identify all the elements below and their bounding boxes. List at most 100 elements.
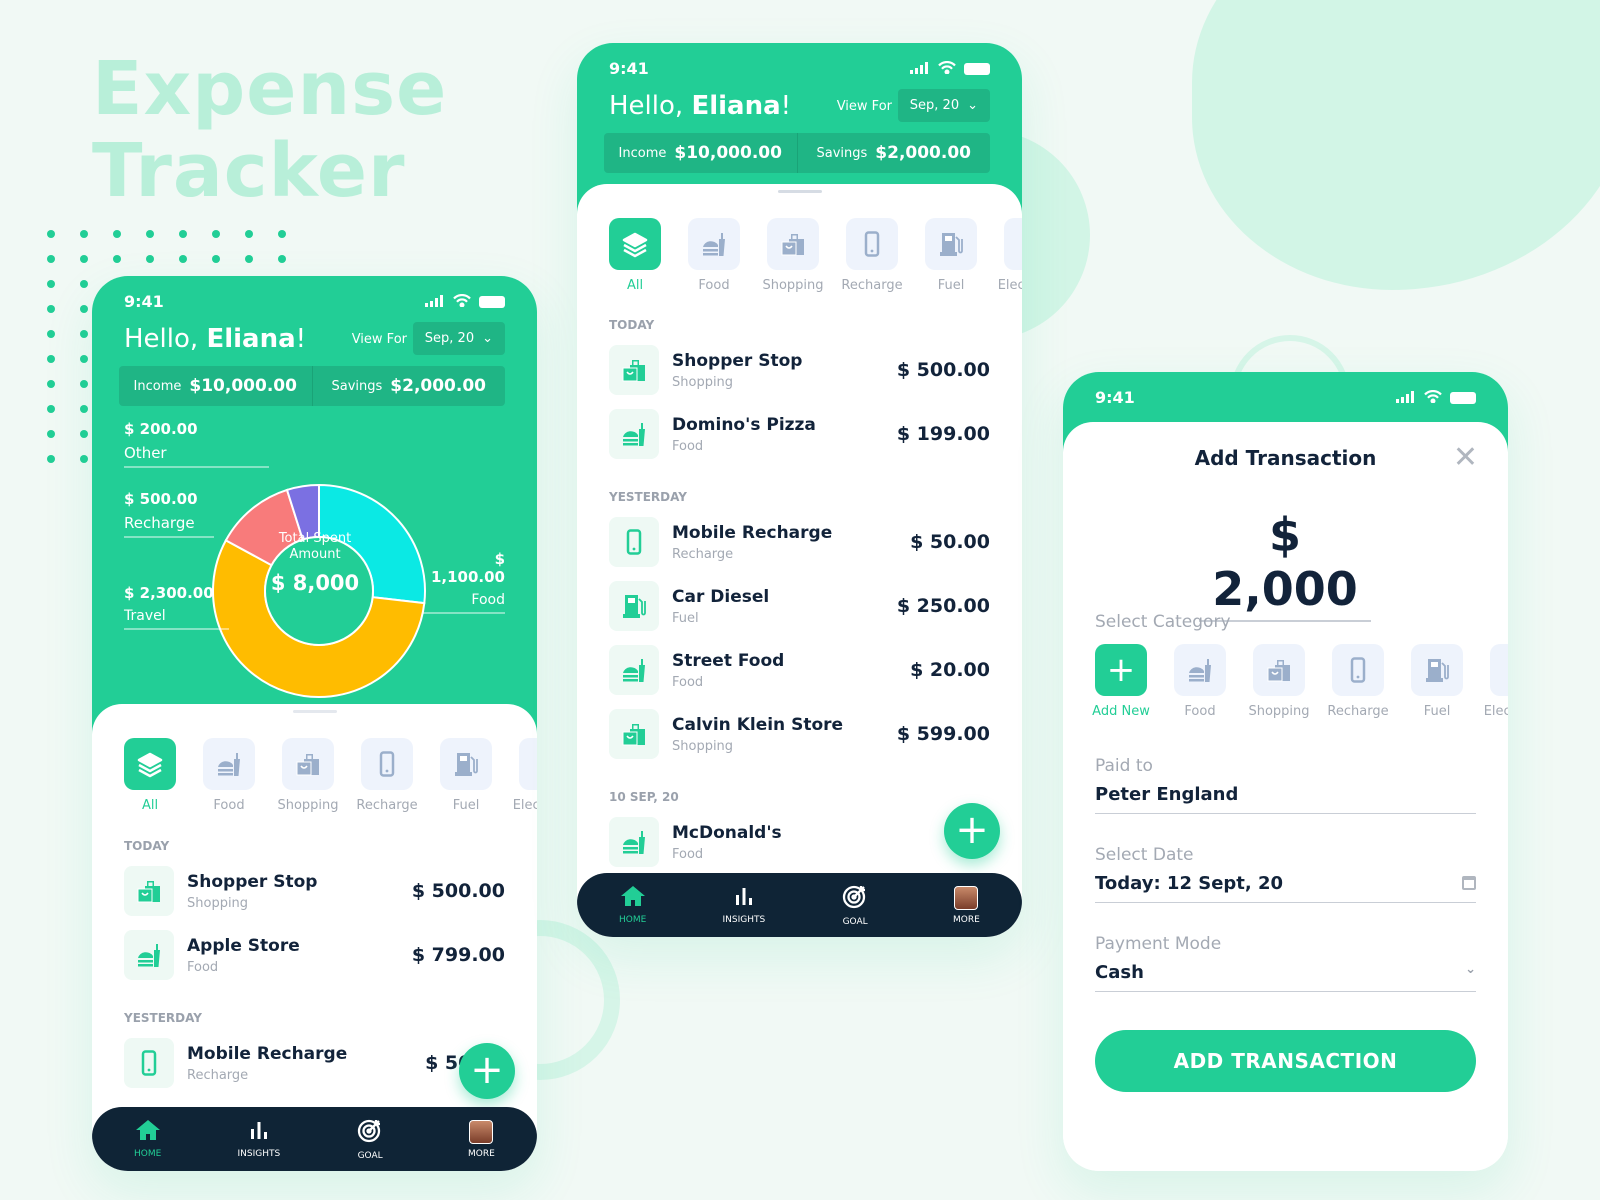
shopping-bag-icon bbox=[282, 738, 334, 790]
signal-icon bbox=[910, 59, 930, 78]
transaction-row[interactable]: Mobile RechargeRecharge$ 50.00 bbox=[609, 516, 990, 568]
user-name: Eliana bbox=[206, 324, 296, 354]
transaction-row[interactable]: Domino's Pizza Food $ 199.00 bbox=[609, 408, 990, 460]
category-fuel[interactable]: Fuel bbox=[1411, 644, 1463, 719]
battery-icon bbox=[964, 62, 990, 75]
transaction-info: Street Food Food bbox=[672, 651, 910, 690]
category-label: Electricity bbox=[1483, 704, 1508, 719]
transaction-row[interactable]: Mobile RechargeRecharge$ 50.00 bbox=[124, 1037, 505, 1089]
close-icon[interactable]: ✕ bbox=[1453, 443, 1478, 473]
page-title: Expense Tracker bbox=[92, 46, 448, 214]
battery-icon bbox=[479, 295, 505, 308]
category-electricity[interactable]: Electricity bbox=[513, 738, 537, 813]
transaction-info: Apple Store Food bbox=[187, 936, 412, 975]
electricity-icon bbox=[1490, 644, 1508, 696]
transaction-amount: $ 20.00 bbox=[910, 659, 990, 681]
fuel-icon bbox=[925, 218, 977, 270]
section-header: YESTERDAY bbox=[609, 490, 687, 504]
nav-home[interactable]: HOME bbox=[92, 1107, 203, 1171]
chevron-down-icon: ⌄ bbox=[1465, 962, 1476, 977]
calendar-icon[interactable] bbox=[1462, 876, 1476, 890]
category-food[interactable]: Food bbox=[688, 218, 740, 293]
transaction-name: McDonald's bbox=[672, 822, 782, 843]
nav-label: GOAL bbox=[842, 917, 868, 927]
transaction-row[interactable]: Car Diesel Fuel $ 250.00 bbox=[609, 580, 990, 632]
decorative-dot bbox=[80, 305, 88, 313]
wifi-icon bbox=[1424, 388, 1442, 407]
category-recharge[interactable]: Recharge bbox=[841, 218, 903, 293]
nav-insights[interactable]: INSIGHTS bbox=[688, 873, 799, 937]
period-dropdown[interactable]: Sep, 20 ⌄ bbox=[412, 322, 505, 355]
category-fuel[interactable]: Fuel bbox=[440, 738, 492, 813]
date-input[interactable]: Today: 12 Sept, 20 bbox=[1095, 873, 1476, 903]
category-shopping[interactable]: Shopping bbox=[1248, 644, 1310, 719]
category-label: Shopping bbox=[1248, 704, 1310, 719]
category-shopping[interactable]: Shopping bbox=[277, 738, 339, 813]
category-label: Recharge bbox=[1327, 704, 1389, 719]
chart-label-food: $ 1,100.00 Food bbox=[423, 550, 505, 614]
decorative-dot bbox=[47, 255, 55, 263]
decorative-dot bbox=[80, 280, 88, 288]
transaction-row[interactable]: McDonald'sFood$ 1 bbox=[609, 816, 990, 868]
nav-label: INSIGHTS bbox=[722, 915, 766, 925]
nav-label: MORE bbox=[952, 914, 980, 925]
paid-to-input[interactable]: Peter England bbox=[1095, 784, 1476, 814]
savings-value: $2,000.00 bbox=[390, 376, 486, 396]
transaction-row[interactable]: Apple Store Food $ 799.00 bbox=[124, 929, 505, 981]
chevron-down-icon: ⌄ bbox=[967, 98, 978, 113]
payment-mode-select[interactable]: Cash ⌄ bbox=[1095, 962, 1476, 992]
decorative-dot bbox=[80, 380, 88, 388]
goal-icon bbox=[357, 1117, 383, 1146]
amount-input[interactable]: $ 2,000 bbox=[1199, 508, 1371, 622]
category-food[interactable]: Food bbox=[1174, 644, 1226, 719]
category-all[interactable]: All bbox=[609, 218, 661, 293]
transaction-amount: $ 199.00 bbox=[896, 423, 990, 445]
transaction-row[interactable]: Calvin Klein Store Shopping $ 599.00 bbox=[609, 708, 990, 760]
nav-label: HOME bbox=[618, 915, 647, 925]
nav-more[interactable]: MORE bbox=[426, 1107, 537, 1171]
bg-circle bbox=[1192, 0, 1600, 290]
decorative-dot bbox=[47, 280, 55, 288]
period-dropdown[interactable]: Sep, 20 ⌄ bbox=[897, 89, 990, 122]
nav-insights[interactable]: INSIGHTS bbox=[203, 1107, 314, 1171]
add-transaction-button[interactable]: ADD TRANSACTION bbox=[1095, 1030, 1476, 1092]
nav-home[interactable]: HOME bbox=[577, 873, 688, 937]
decorative-dot bbox=[245, 230, 253, 238]
decorative-dot bbox=[47, 430, 55, 438]
transaction-amount: $ 50.00 bbox=[910, 531, 990, 553]
transaction-row[interactable]: Street Food Food $ 20.00 bbox=[609, 644, 990, 696]
nav-more[interactable]: MORE bbox=[911, 873, 1022, 937]
transaction-category: Shopping bbox=[672, 374, 734, 390]
category-recharge[interactable]: Recharge bbox=[1327, 644, 1389, 719]
decorative-dot bbox=[278, 230, 286, 238]
fuel-icon bbox=[1411, 644, 1463, 696]
decorative-dot bbox=[80, 405, 88, 413]
category-food[interactable]: Food bbox=[203, 738, 255, 813]
category-label: Food bbox=[1184, 704, 1216, 719]
nav-label: INSIGHTS bbox=[237, 1149, 281, 1159]
transaction-row[interactable]: Shopper Stop Shopping $ 500.00 bbox=[609, 344, 990, 396]
add-transaction-fab[interactable]: + bbox=[944, 803, 1000, 859]
transaction-category: Shopping bbox=[672, 738, 734, 754]
decorative-dot bbox=[80, 430, 88, 438]
view-for-label: View For bbox=[836, 99, 892, 114]
category-add-new[interactable]: + Add New bbox=[1092, 644, 1150, 719]
transaction-name: Car Diesel bbox=[672, 586, 770, 607]
category-all[interactable]: All bbox=[124, 738, 176, 813]
nav-goal[interactable]: GOAL bbox=[800, 873, 911, 937]
transaction-row[interactable]: Shopper Stop Shopping $ 500.00 bbox=[124, 865, 505, 917]
electricity-icon bbox=[519, 738, 537, 790]
food-icon bbox=[609, 645, 659, 695]
add-transaction-fab[interactable]: + bbox=[459, 1043, 515, 1099]
chart-label-recharge: $ 500.00 Recharge bbox=[124, 490, 214, 538]
nav-goal[interactable]: GOAL bbox=[315, 1107, 426, 1171]
category-electricity[interactable]: Electricity bbox=[998, 218, 1022, 293]
decorative-dot bbox=[278, 255, 286, 263]
shopping-bag-icon bbox=[609, 709, 659, 759]
category-shopping[interactable]: Shopping bbox=[762, 218, 824, 293]
category-recharge[interactable]: Recharge bbox=[356, 738, 418, 813]
category-electricity[interactable]: Electricity bbox=[1484, 644, 1508, 719]
category-fuel[interactable]: Fuel bbox=[925, 218, 977, 293]
transaction-category: Food bbox=[672, 438, 704, 454]
savings-value: $2,000.00 bbox=[875, 143, 971, 163]
